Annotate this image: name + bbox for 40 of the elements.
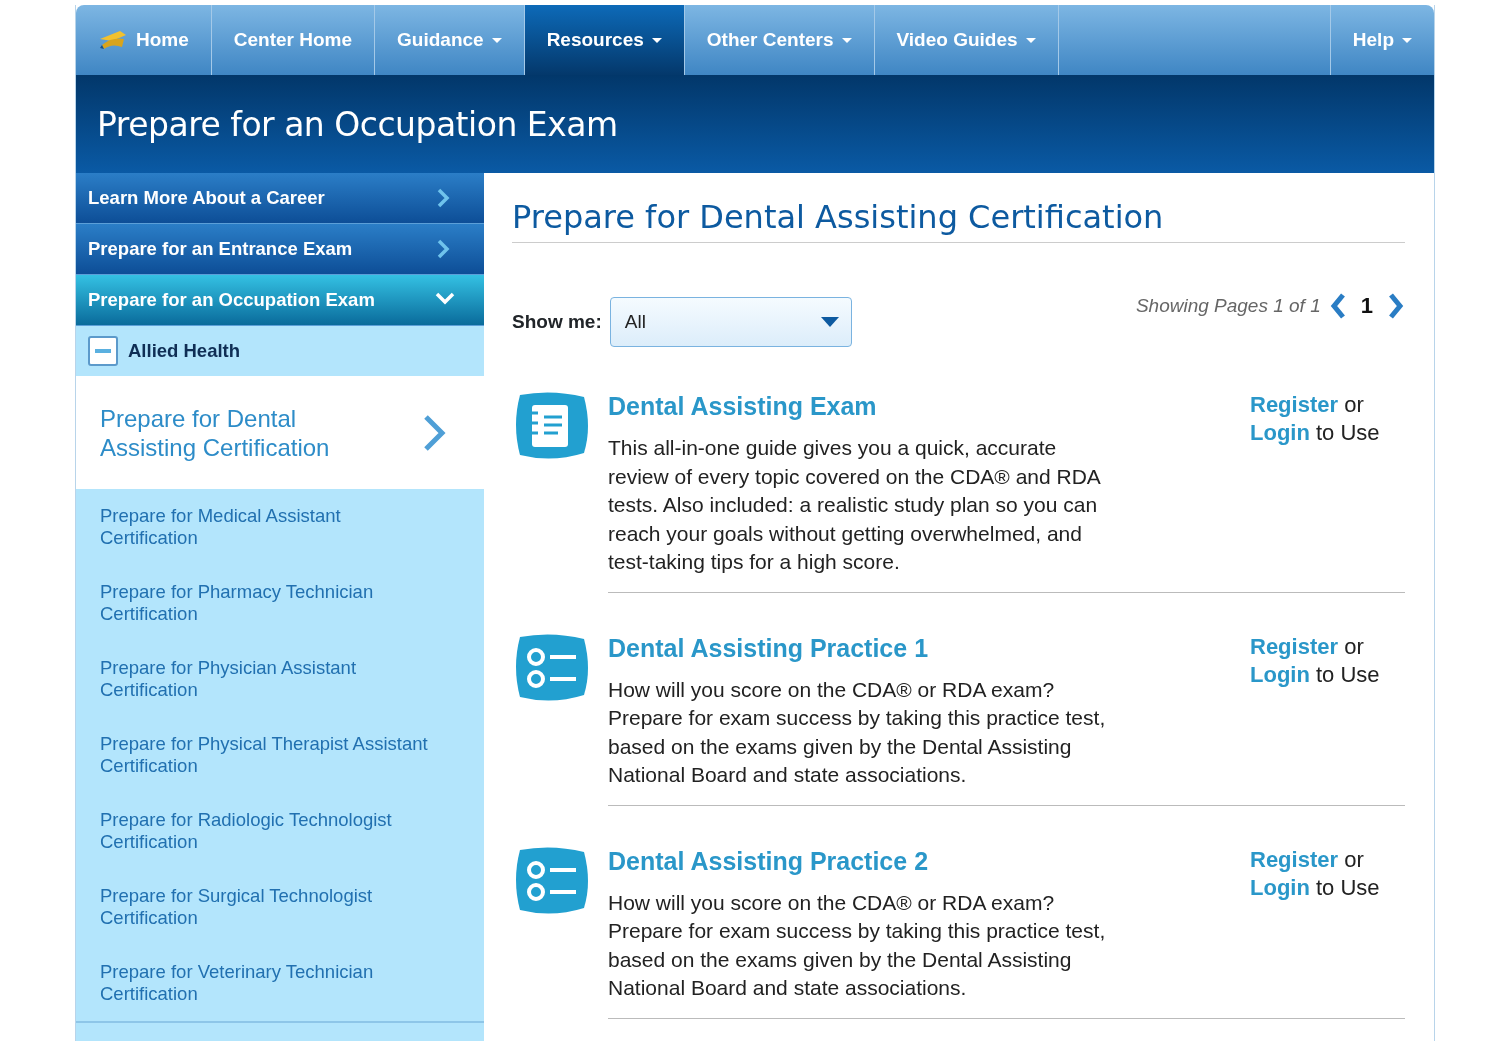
page-title: Prepare for an Occupation Exam	[96, 104, 619, 145]
sidebar-link[interactable]: Prepare for Radiologic Technologist Certification	[76, 793, 484, 869]
dropdown-arrow-icon	[820, 317, 839, 328]
sidebar-link[interactable]: Prepare for Dental Assisting Certification	[76, 376, 484, 489]
product-description: How will you score on the CDA® or RDA exam? Prepare for exam success by taking this practice test, based on the exams given by the Dental Assisting National Board and state associations.	[608, 676, 1107, 789]
page-link[interactable]: 1	[1354, 289, 1379, 323]
next-page-icon[interactable]	[1387, 291, 1405, 320]
register-link[interactable]: Register	[1250, 633, 1339, 659]
sidebar-section[interactable]: Learn More About a Career	[76, 173, 484, 224]
pagination-summary: Showing Pages 1 of 1	[1135, 293, 1321, 318]
product-description: This all-in-one guide gives you a quick, accurate review of every topic covered on the CDA® and RDA tests. Also included: a realistic study plan so you can reach your goals without getting overwhelmed, and test-taking tips for a high score.	[608, 435, 1102, 576]
sidebar-link[interactable]: Prepare for Veterinary Technician Certification	[76, 945, 484, 1021]
section-heading: Prepare for Dental Assisting Certification	[512, 198, 1405, 244]
product-title-link[interactable]: Dental Assisting Exam	[608, 392, 877, 421]
product-title-link[interactable]: Dental Assisting Practice 1	[608, 633, 929, 662]
register-link[interactable]: Register	[1250, 392, 1339, 418]
sidebar-link[interactable]: Prepare for Physician Assistant Certification	[76, 641, 484, 717]
sidebar-link[interactable]: Prepare for Medical Assistant Certification	[76, 489, 484, 565]
product-title-link[interactable]: Dental Assisting Practice 2	[608, 846, 929, 875]
collapse-icon[interactable]	[88, 336, 118, 366]
sidebar-section[interactable]: Prepare for an Entrance Exam	[76, 224, 484, 275]
wing-logo-icon	[98, 29, 128, 51]
sidebar-link[interactable]: Prepare for Pharmacy Technician Certification	[76, 565, 484, 641]
previous-page-icon[interactable]	[1328, 291, 1347, 320]
filter-label: Show me:	[512, 310, 602, 335]
access-text: Register or Login to Use	[1250, 632, 1381, 689]
chevron-right-icon	[422, 413, 446, 452]
category-label: Allied Health	[128, 339, 241, 364]
access-text: Register or Login to Use	[1250, 391, 1381, 448]
login-link[interactable]: Login	[1250, 420, 1310, 446]
product-description: How will you score on the CDA® or RDA exam? Prepare for exam success by taking this practice test, based on the exams given by the Dental Assisting National Board and state associations.	[608, 889, 1107, 1002]
filter-dropdown[interactable]: All	[609, 297, 852, 348]
sidebar-section[interactable]: Prepare for an Occupation Exam	[76, 275, 484, 326]
login-link[interactable]: Login	[1250, 874, 1310, 900]
sidebar-link[interactable]: Prepare for Surgical Technologist Certification	[76, 869, 484, 945]
register-link[interactable]: Register	[1250, 846, 1339, 872]
access-text: Register or Login to Use	[1250, 845, 1381, 902]
login-link[interactable]: Login	[1250, 661, 1310, 687]
sidebar-link[interactable]: Prepare for Physical Therapist Assistant Certification	[76, 717, 484, 793]
nav-link[interactable]: Resources	[524, 5, 685, 75]
